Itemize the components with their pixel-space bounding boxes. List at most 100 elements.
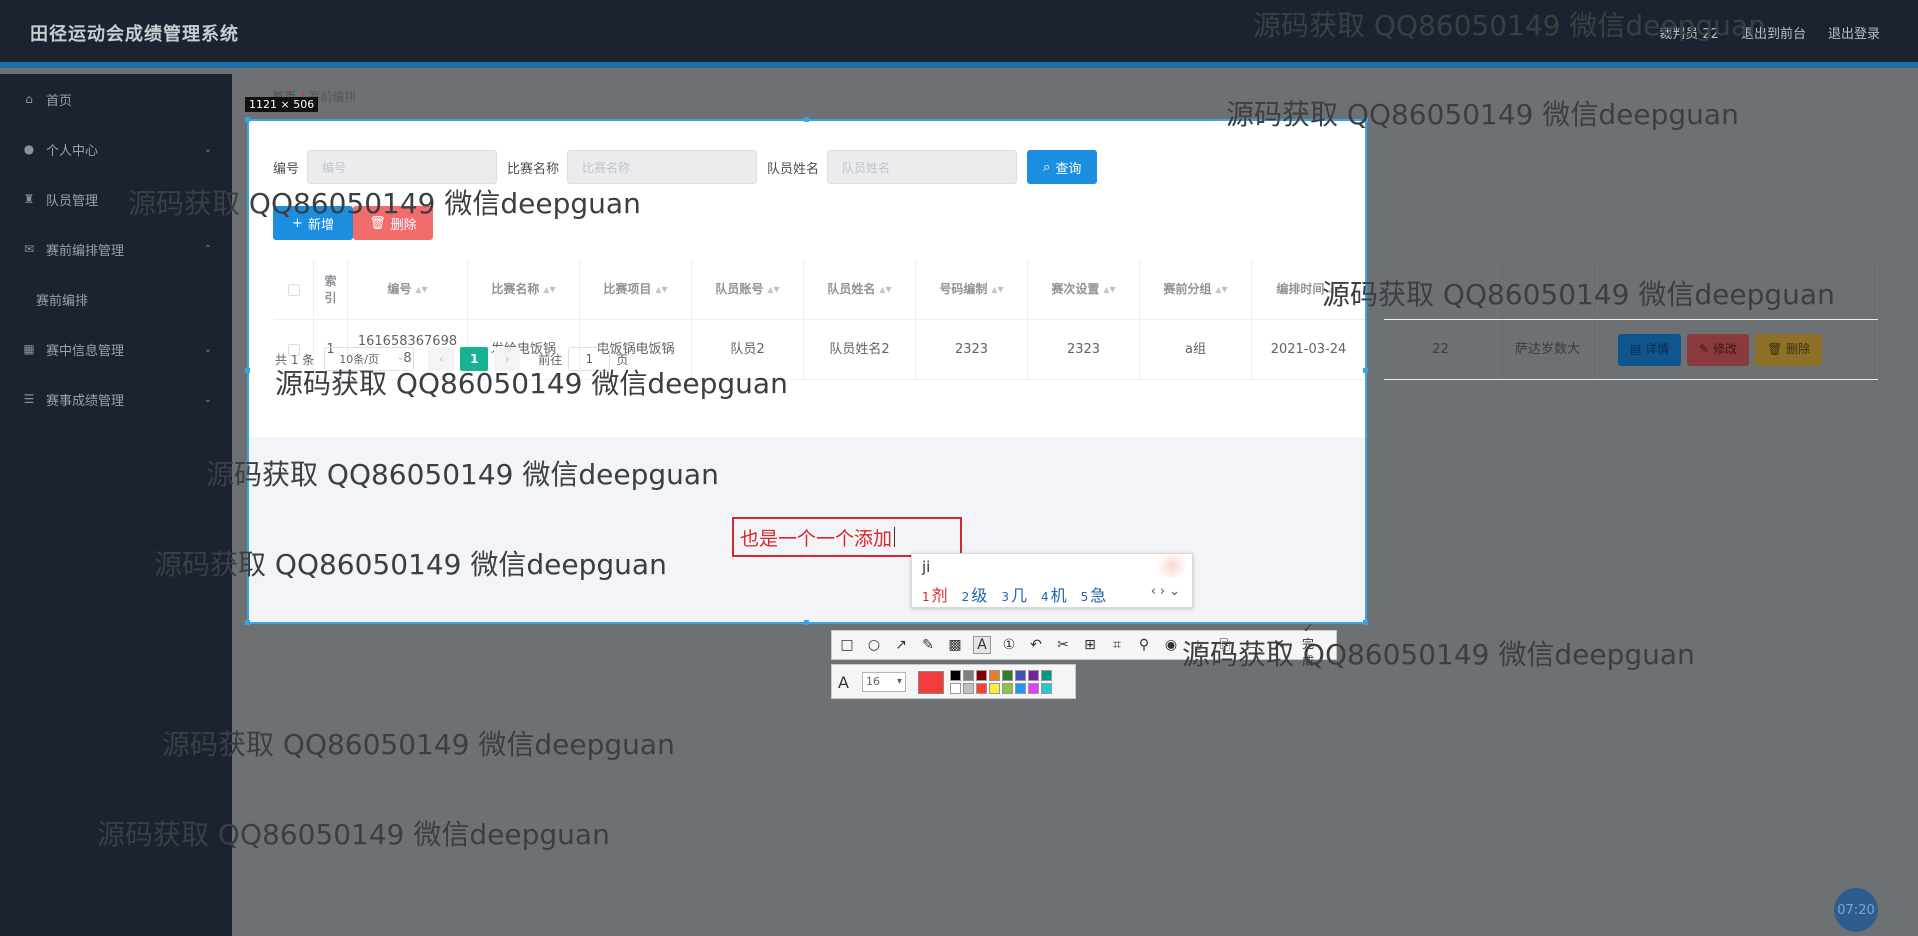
detail-button[interactable]: ▤ 详情: [1618, 333, 1682, 366]
delete-button[interactable]: 🗑 删除: [353, 206, 433, 240]
check-icon: ✓: [1302, 621, 1314, 635]
resize-handle[interactable]: [804, 117, 809, 122]
chevron-right-icon[interactable]: ›: [1160, 584, 1169, 599]
table-header-cell[interactable]: 队员姓名 ▲▼: [804, 260, 916, 319]
pen-tool-icon[interactable]: ✎: [919, 637, 937, 653]
ime-candidate[interactable]: 2级: [962, 582, 988, 606]
table-header-cell[interactable]: 队员账号 ▲▼: [692, 260, 804, 319]
annotation-text-box[interactable]: 也是一个一个添加: [732, 517, 962, 557]
add-button[interactable]: + 新增: [273, 206, 353, 240]
select-all-checkbox[interactable]: [287, 283, 300, 296]
search-label-player-name: 队员姓名: [767, 161, 820, 177]
color-swatch[interactable]: [950, 670, 961, 681]
sidebar-item-home[interactable]: ⌂ 首页: [0, 74, 232, 124]
download-icon[interactable]: ⤓: [1189, 637, 1207, 653]
resize-handle[interactable]: [245, 368, 250, 373]
page-number-current[interactable]: 1: [460, 347, 489, 371]
sidebar-item-label: 赛前编排管理: [46, 243, 125, 259]
color-swatch[interactable]: [1041, 683, 1052, 694]
edit-button[interactable]: ✎ 修改: [1687, 333, 1750, 366]
ime-candidate[interactable]: 5急: [1081, 582, 1107, 606]
pin-icon[interactable]: ⚲: [1135, 637, 1153, 653]
table-header-cell[interactable]: 编排时间 ▲▼: [1252, 260, 1365, 319]
page-size-select[interactable]: 10条/页: [324, 347, 415, 371]
player-name-input[interactable]: 队员姓名: [827, 150, 1018, 184]
logout-link[interactable]: 退出登录: [1828, 23, 1880, 42]
done-button[interactable]: ✓ 完成: [1299, 621, 1317, 669]
color-swatch[interactable]: [1002, 670, 1013, 681]
table-cell: 2021-03-24: [1270, 342, 1347, 357]
ime-page-nav[interactable]: ‹›⌄: [1151, 584, 1184, 599]
arrow-tool-icon[interactable]: ↗: [892, 637, 910, 653]
table-header-cell[interactable]: 号码编制 ▲▼: [916, 260, 1028, 319]
scissors-icon[interactable]: ✂: [1054, 637, 1072, 653]
resize-handle[interactable]: [1363, 620, 1368, 625]
query-button[interactable]: ⌕ 查询: [1027, 150, 1098, 184]
color-swatch[interactable]: [1002, 683, 1013, 694]
code-input[interactable]: 编号: [307, 150, 498, 184]
color-swatch[interactable]: [1015, 670, 1026, 681]
ellipse-tool-icon[interactable]: ○: [865, 637, 883, 653]
table-header-cell[interactable]: 比赛名称 ▲▼: [468, 260, 580, 319]
sidebar-item-schedule[interactable]: 赛前编排: [0, 274, 232, 324]
sidebar-item-schedule-management[interactable]: ✉ 赛前编排管理 ⌃: [0, 224, 232, 274]
font-size-select[interactable]: 16: [862, 672, 906, 692]
search-label-match-name: 比赛名称: [507, 161, 560, 177]
goto-page-input[interactable]: 1: [568, 347, 611, 371]
next-page-button[interactable]: ›: [494, 347, 521, 371]
back-to-console-link[interactable]: 退出到前台: [1741, 23, 1806, 42]
sidebar-item-players[interactable]: ♜ 队员管理: [0, 174, 232, 224]
translate-icon[interactable]: ⊞: [1081, 637, 1099, 653]
resize-handle[interactable]: [804, 620, 809, 625]
mosaic-tool-icon[interactable]: ▩: [946, 637, 964, 653]
table-header-cell[interactable]: 赛次设置 ▲▼: [1028, 260, 1140, 319]
match-name-input[interactable]: 比赛名称: [567, 150, 758, 184]
copy-icon[interactable]: ⎘: [1216, 637, 1234, 653]
resize-handle[interactable]: [1363, 368, 1368, 373]
prev-page-button[interactable]: ‹: [428, 347, 455, 371]
ime-candidate[interactable]: 3几: [1001, 582, 1027, 606]
color-swatch[interactable]: [963, 670, 974, 681]
chevron-down-icon[interactable]: ⌄: [1169, 584, 1184, 599]
sidebar-item-results[interactable]: ☰ 赛事成绩管理 ⌄: [0, 374, 232, 424]
rectangle-tool-icon[interactable]: □: [838, 637, 856, 653]
color-swatch[interactable]: [1028, 670, 1039, 681]
clock-bubble[interactable]: 07:20: [1834, 888, 1878, 932]
table-cell: 22: [1384, 320, 1498, 379]
table-header-cell[interactable]: 赛前分组 ▲▼: [1140, 260, 1252, 319]
close-icon[interactable]: ✕: [1270, 637, 1288, 653]
table-cell: 2323: [1028, 320, 1140, 379]
resize-handle[interactable]: [1363, 117, 1368, 122]
color-swatch[interactable]: [950, 683, 961, 694]
color-swatch[interactable]: [1041, 670, 1052, 681]
table-header-cell[interactable]: 编号 ▲▼: [348, 260, 468, 319]
resize-handle[interactable]: [245, 620, 250, 625]
color-swatch[interactable]: [1028, 683, 1039, 694]
color-swatch[interactable]: [976, 670, 987, 681]
chevron-left-icon[interactable]: ‹: [1151, 584, 1160, 599]
row-delete-button[interactable]: 🗑 删除: [1755, 333, 1823, 366]
color-swatch[interactable]: [989, 683, 1000, 694]
color-swatch[interactable]: [963, 683, 974, 694]
text-options-toolbar: A 16: [831, 664, 1076, 699]
ime-candidate[interactable]: 1剂: [922, 582, 948, 606]
sort-icon: ▲▼: [991, 285, 1004, 294]
number-tool-icon[interactable]: ①: [1000, 637, 1018, 653]
ocr-icon[interactable]: ⌗: [1108, 637, 1126, 653]
text-tool-icon[interactable]: A: [973, 636, 991, 654]
color-swatch[interactable]: [976, 683, 987, 694]
color-swatch[interactable]: [989, 670, 1000, 681]
table-header-cell[interactable]: 比赛项目 ▲▼: [580, 260, 692, 319]
action-bar: + 新增 🗑 删除: [273, 206, 433, 240]
ime-candidate[interactable]: 4机: [1041, 582, 1067, 606]
resize-handle[interactable]: [245, 117, 250, 122]
save-icon[interactable]: ▭: [1243, 637, 1261, 653]
undo-icon[interactable]: ↶: [1027, 637, 1045, 653]
sidebar-item-in-game-info[interactable]: ▦ 赛中信息管理 ⌄: [0, 324, 232, 374]
current-color-swatch[interactable]: [918, 671, 944, 694]
color-swatch[interactable]: [1015, 683, 1026, 694]
table-cell: 队员姓名2: [804, 320, 916, 379]
text-caret: [894, 527, 896, 547]
sidebar-item-personal-center[interactable]: ● 个人中心 ⌄: [0, 124, 232, 174]
record-icon[interactable]: ◉: [1162, 637, 1180, 653]
